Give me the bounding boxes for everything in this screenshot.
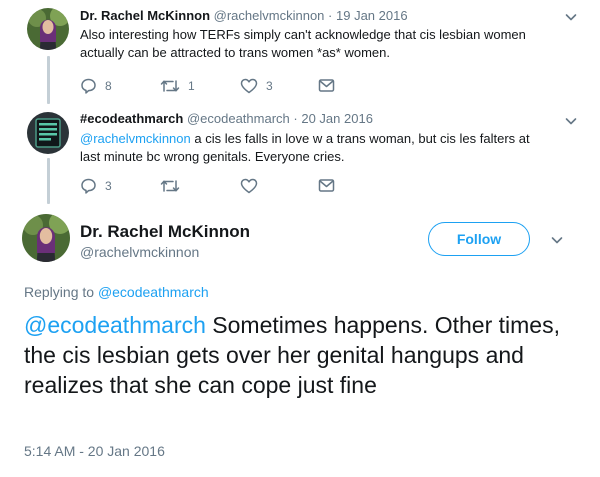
retweet-button[interactable]: 1 [160,78,195,94]
avatar[interactable] [22,214,70,262]
follow-button[interactable]: Follow [428,222,530,256]
retweet-icon [160,178,180,194]
tweet-date[interactable]: 20 Jan 2016 [301,111,373,126]
reply-count: 8 [105,79,112,93]
reply-count: 3 [105,179,112,193]
reply-icon [80,178,97,194]
dm-button[interactable] [318,178,335,193]
mention-link[interactable]: @ecodeathmarch [24,312,206,338]
replying-to: Replying to @ecodeathmarch [24,284,209,300]
retweet-count: 1 [188,79,195,93]
replying-to-link[interactable]: @ecodeathmarch [98,284,209,300]
avatar[interactable] [27,112,69,154]
like-count: 3 [266,79,273,93]
tweet-timestamp[interactable]: 5:14 AM - 20 Jan 2016 [24,443,165,459]
retweet-icon [160,78,180,94]
tweet-actions: 8 1 3 [80,78,360,96]
separator-dot: · [328,8,333,23]
tweet-actions: 3 [80,178,360,196]
thread-line [47,158,50,204]
author-handle[interactable]: @rachelvmckinnon [214,8,325,23]
tweet-text: @ecodeathmarch Sometimes happens. Other … [24,310,569,400]
author-name[interactable]: #ecodeathmarch [80,111,183,126]
mention-link[interactable]: @rachelvmckinnon [80,131,191,146]
author-handle[interactable]: @ecodeathmarch [187,111,290,126]
envelope-icon [318,178,335,193]
envelope-icon [318,78,335,93]
like-button[interactable] [240,178,258,194]
reply-icon [80,78,97,94]
retweet-button[interactable] [160,178,180,194]
chevron-down-icon[interactable] [564,114,578,133]
tweet-date[interactable]: 19 Jan 2016 [336,8,408,23]
tweet-text: Also interesting how TERFs simply can't … [80,27,526,60]
chevron-down-icon[interactable] [564,10,578,29]
reply-button[interactable]: 3 [80,178,112,194]
author-handle[interactable]: @rachelvmckinnon [80,244,199,260]
author-name[interactable]: Dr. Rachel McKinnon [80,8,210,23]
tweet-text: @rachelvmckinnon a cis les falls in love… [80,130,550,166]
dm-button[interactable] [318,78,335,93]
chevron-down-icon[interactable] [550,233,564,252]
thread-line [47,56,50,104]
separator-dot: · [293,111,298,126]
replying-label: Replying to [24,284,95,300]
avatar[interactable] [27,8,69,50]
author-name[interactable]: Dr. Rachel McKinnon [80,222,250,242]
like-button[interactable]: 3 [240,78,273,94]
reply-button[interactable]: 8 [80,78,112,94]
heart-icon [240,178,258,194]
heart-icon [240,78,258,94]
